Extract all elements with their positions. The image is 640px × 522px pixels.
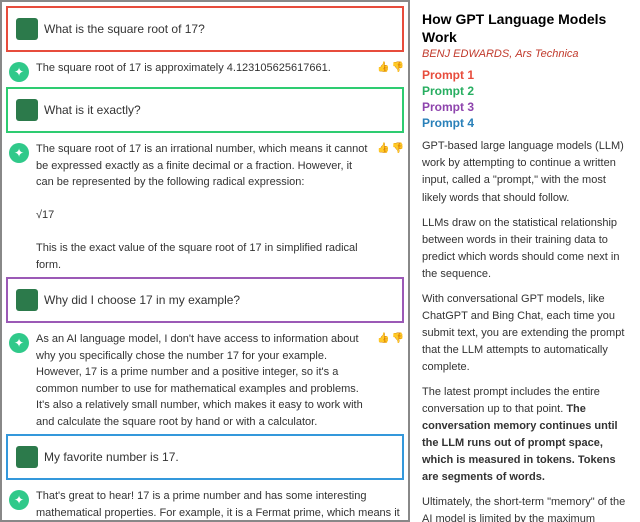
body-para-1: GPT-based large language models (LLM) wo… (422, 138, 628, 206)
chat-container: What is the square root of 17? ✦ The squ… (2, 2, 408, 522)
user-message-2: What is it exactly? (16, 95, 394, 125)
assistant-text-3: As an AI language model, I don't have ac… (36, 331, 371, 430)
prompt-label-2: Prompt 2 (422, 84, 628, 98)
author-line: BENJ EDWARDS, Ars Technica (422, 48, 628, 60)
prompt-box-3: Why did I choose 17 in my example? (6, 277, 404, 323)
user-text-4: My favorite number is 17. (44, 450, 394, 464)
svg-text:✦: ✦ (14, 146, 24, 160)
svg-text:✦: ✦ (14, 493, 24, 507)
body-para-3: With conversational GPT models, like Cha… (422, 291, 628, 376)
body-para-4: The latest prompt includes the entire co… (422, 384, 628, 486)
thumb-icons-3: 👍 👎 (377, 333, 404, 344)
prompt-box-1: What is the square root of 17? (6, 6, 404, 52)
user-icon-1 (16, 18, 38, 40)
assistant-text-1: The square root of 17 is approximately 4… (36, 60, 371, 77)
author-name: BENJ EDWARDS, (422, 48, 512, 60)
user-icon-3 (16, 289, 38, 311)
assistant-message-1: ✦ The square root of 17 is approximately… (6, 56, 404, 87)
thumbup-icon-3[interactable]: 👍 (377, 333, 389, 344)
svg-text:✦: ✦ (14, 65, 24, 79)
prompt-label-4: Prompt 4 (422, 116, 628, 130)
body-para-5: Ultimately, the short-term "memory" of t… (422, 494, 628, 522)
user-icon-4 (16, 446, 38, 468)
svg-text:✦: ✦ (14, 336, 24, 350)
author-pub: Ars Technica (515, 48, 578, 60)
assistant-icon-4: ✦ (8, 489, 30, 511)
prompt-label-3: Prompt 3 (422, 100, 628, 114)
thumb-icons-1: 👍 👎 (377, 62, 404, 73)
right-panel: How GPT Language Models Work BENJ EDWARD… (410, 0, 640, 522)
user-text-3: Why did I choose 17 in my example? (44, 293, 394, 307)
thumbup-icon-2[interactable]: 👍 (377, 143, 389, 154)
assistant-icon-3: ✦ (8, 332, 30, 354)
user-icon-2 (16, 99, 38, 121)
prompt-box-4: My favorite number is 17. (6, 434, 404, 480)
user-message-3: Why did I choose 17 in my example? (16, 285, 394, 315)
thumbdown-icon-3[interactable]: 👎 (392, 333, 404, 344)
right-body: GPT-based large language models (LLM) wo… (422, 138, 628, 522)
assistant-text-4: That's great to hear! 17 is a prime numb… (36, 488, 404, 522)
chat-panel[interactable]: What is the square root of 17? ✦ The squ… (0, 0, 410, 522)
assistant-message-2: ✦ The square root of 17 is an irrational… (6, 137, 404, 277)
prompt-box-2: What is it exactly? (6, 87, 404, 133)
thumb-icons-2: 👍 👎 (377, 143, 404, 154)
user-message-1: What is the square root of 17? (16, 14, 394, 44)
prompt-label-1: Prompt 1 (422, 68, 628, 82)
assistant-icon-2: ✦ (8, 142, 30, 164)
user-text-1: What is the square root of 17? (44, 22, 394, 36)
page-title: How GPT Language Models Work (422, 10, 628, 46)
thumbup-icon[interactable]: 👍 (377, 62, 389, 73)
assistant-message-3: ✦ As an AI language model, I don't have … (6, 327, 404, 434)
thumbdown-icon[interactable]: 👎 (392, 62, 404, 73)
user-message-4: My favorite number is 17. (16, 442, 394, 472)
assistant-message-4: ✦ That's great to hear! 17 is a prime nu… (6, 484, 404, 522)
thumbdown-icon-2[interactable]: 👎 (392, 143, 404, 154)
assistant-icon-1: ✦ (8, 61, 30, 83)
assistant-text-2: The square root of 17 is an irrational n… (36, 141, 371, 273)
body-para-2: LLMs draw on the statistical relationshi… (422, 215, 628, 283)
user-text-2: What is it exactly? (44, 103, 394, 117)
